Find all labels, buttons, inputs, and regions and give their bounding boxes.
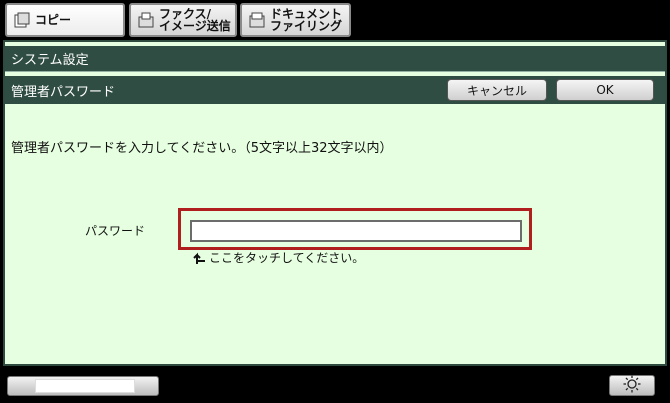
status-slot (7, 376, 159, 396)
status-slot-inner (35, 379, 135, 393)
tab-copy-label: コピー (35, 13, 72, 27)
mode-tab-bar: コピー ファクス/ イメージ送信 ドキュメント ファイリング (0, 0, 670, 40)
brightness-icon (623, 375, 641, 397)
tab-fax-label: ファクス/ イメージ送信 (159, 8, 231, 32)
touch-hint: ここをタッチしてください。 (193, 249, 364, 266)
instruction-text: 管理者パスワードを入力してください。（5文字以上32文字以内） (11, 141, 393, 156)
section-title-bar: システム設定 (5, 46, 665, 72)
brightness-button[interactable] (609, 375, 655, 396)
document-filing-icon (248, 10, 266, 30)
password-field-highlight (178, 208, 532, 250)
section-title: システム設定 (11, 53, 89, 68)
touch-arrow-icon (193, 251, 207, 265)
password-label: パスワード (85, 224, 146, 238)
password-input[interactable] (190, 220, 522, 242)
tab-document-filing[interactable]: ドキュメント ファイリング (240, 3, 351, 37)
touch-hint-text: ここをタッチしてください。 (209, 251, 365, 265)
cancel-button[interactable]: キャンセル (447, 79, 547, 101)
ok-button[interactable]: OK (556, 79, 654, 101)
dialog-title-bar: 管理者パスワード キャンセル OK (5, 76, 665, 104)
bottom-bar (0, 366, 670, 403)
fax-icon (137, 10, 155, 30)
tab-doc-label-line2: ファイリング (270, 19, 343, 33)
copy-icon (13, 10, 31, 30)
tab-fax-label-line2: イメージ送信 (159, 19, 231, 33)
dialog-title: 管理者パスワード (11, 84, 116, 100)
tab-document-filing-label: ドキュメント ファイリング (270, 8, 342, 32)
tab-fax-image-send[interactable]: ファクス/ イメージ送信 (129, 3, 237, 37)
tab-copy[interactable]: コピー (5, 3, 125, 37)
settings-panel: システム設定 管理者パスワード キャンセル OK 管理者パスワードを入力してくだ… (3, 40, 667, 366)
